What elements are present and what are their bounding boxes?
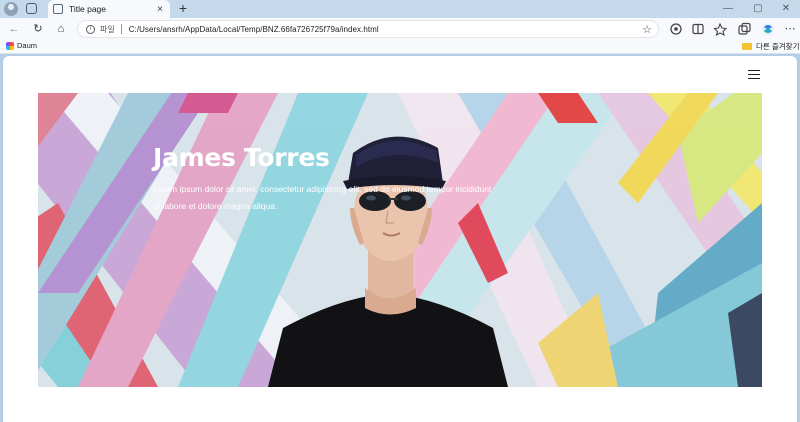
tab-title: Title page [69,4,107,14]
site-info-icon[interactable]: i [86,24,95,34]
browser-toolbar: ← ↻ ⌂ i 파일 C:/Users/ansrh/AppData/Local/… [0,18,800,40]
daum-favicon-icon [6,41,14,50]
hero-section: James Torres Lorem ipsum dolor sit amet,… [38,93,762,387]
hero-description: Lorem ipsum dolor sit amet, consectetur … [153,184,492,211]
page-favicon-icon [53,4,63,14]
split-screen-icon[interactable] [690,21,706,37]
favorites-icon[interactable] [713,21,729,37]
profile-avatar-icon[interactable] [4,2,18,16]
tab-title-page[interactable]: Title page × [48,0,170,18]
maximize-button[interactable]: ▢ [744,1,772,16]
address-protocol: 파일 [100,24,115,34]
address-bar[interactable]: i 파일 C:/Users/ansrh/AppData/Local/Temp/B… [77,20,659,38]
bookmark-daum[interactable]: Daum [6,41,37,50]
bookmark-daum-label: Daum [17,41,38,50]
copilot-icon[interactable] [760,21,776,37]
collections-icon[interactable] [736,21,752,37]
minimize-button[interactable]: — [714,1,742,16]
address-url[interactable]: C:/Users/ansrh/AppData/Local/Temp/BNZ.66… [129,25,642,34]
new-tab-button[interactable]: + [176,1,190,16]
bookmark-other-favorites-label: 다른 즐겨찾기 [756,42,800,51]
more-options-button[interactable]: ⋯ [782,21,798,37]
hero-background-image [38,93,762,387]
home-button[interactable]: ⌂ [53,21,69,37]
bookmarks-bar: Daum 다른 즐겨찾기 [0,40,800,54]
address-separator [120,24,122,34]
folder-icon [742,43,752,50]
refresh-button[interactable]: ↻ [30,21,46,37]
back-button[interactable]: ← [6,21,22,37]
close-window-button[interactable]: ✕ [772,1,800,16]
bookmark-other-favorites[interactable]: 다른 즐겨찾기 [742,41,799,52]
extensions-icon[interactable] [668,21,684,37]
hero-title: James Torres [153,143,330,172]
web-page: James Torres Lorem ipsum dolor sit amet,… [3,56,797,422]
workspaces-icon[interactable] [26,3,37,14]
hamburger-menu-icon[interactable] [748,70,760,79]
tab-close-icon[interactable]: × [154,4,166,15]
favorite-star-icon[interactable]: ☆ [642,23,652,36]
tab-strip: Title page × + — ▢ ✕ [0,0,800,18]
